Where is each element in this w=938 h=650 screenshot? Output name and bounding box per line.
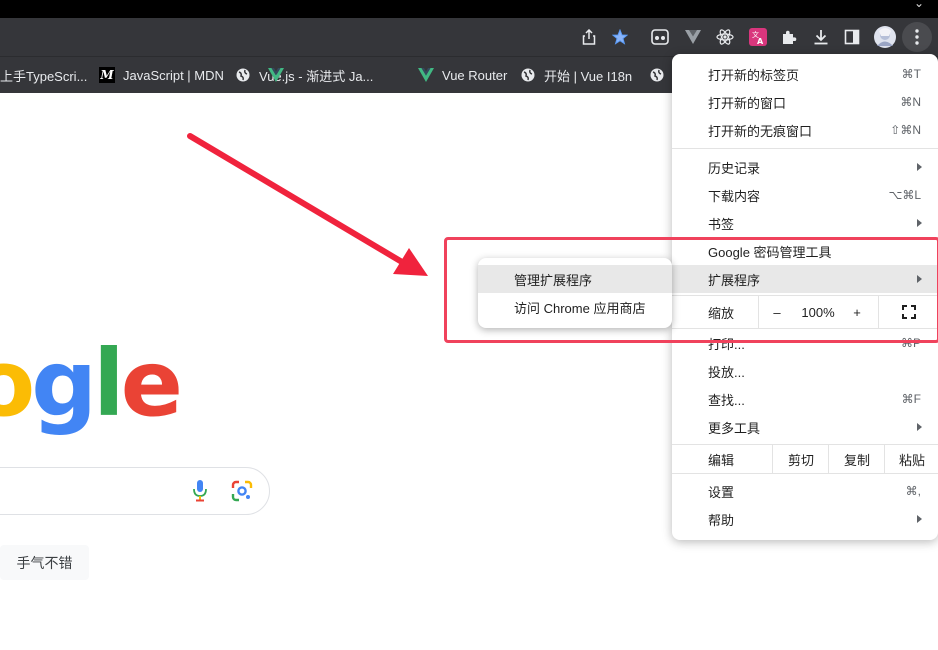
- menu-item-bookmarks[interactable]: 书签: [672, 209, 938, 237]
- logo-letter: o: [0, 330, 35, 437]
- menu-item-settings[interactable]: 设置 ⌘,: [672, 477, 938, 505]
- edit-label: 编辑: [708, 452, 735, 468]
- share-icon[interactable]: [579, 27, 599, 47]
- vue-logo-icon: [268, 67, 284, 83]
- feeling-lucky-button[interactable]: 手气不错: [0, 545, 89, 580]
- edit-row: 编辑 剪切 复制 粘贴: [672, 445, 938, 473]
- menu-item-cast[interactable]: 投放...: [672, 357, 938, 385]
- globe-icon: [649, 67, 665, 83]
- menu-item-label: 书签: [708, 216, 735, 232]
- chevron-down-icon[interactable]: ⌄: [914, 0, 924, 10]
- bookmark-item[interactable]: Vue Router: [418, 57, 507, 93]
- menu-item-label: 投放...: [708, 364, 745, 380]
- paste-button[interactable]: 粘贴: [884, 445, 938, 473]
- bookmark-vue-icon-holder: [268, 57, 292, 93]
- download-icon[interactable]: [811, 27, 831, 47]
- logo-letter: l: [93, 330, 124, 437]
- react-devtools-icon[interactable]: [715, 27, 735, 47]
- bookmark-item[interactable]: M JavaScript | MDN: [99, 57, 224, 93]
- vue-logo-icon: [418, 67, 434, 83]
- menu-divider: [672, 473, 938, 474]
- translate-icon[interactable]: 文A: [748, 27, 768, 47]
- logo-letter: g: [31, 330, 97, 437]
- menu-item-shortcut: ⌘F: [901, 392, 921, 406]
- bookmark-item[interactable]: 上手TypeScri...: [0, 57, 87, 93]
- menu-item-label: 下载内容: [708, 188, 761, 204]
- menu-item-label: 打开新的窗口: [708, 95, 787, 111]
- window-top-strip: ⌄: [0, 0, 938, 18]
- menu-item-label: 查找...: [708, 392, 745, 408]
- menu-divider: [672, 148, 938, 149]
- menu-item-find[interactable]: 查找... ⌘F: [672, 385, 938, 413]
- menu-item-shortcut: ⌘,: [905, 484, 921, 498]
- vue-devtools-icon[interactable]: [683, 27, 703, 47]
- google-logo: ogle: [0, 338, 183, 430]
- globe-icon: [520, 67, 536, 83]
- menu-item-label: 历史记录: [708, 160, 761, 176]
- menu-item-shortcut: ⌥⌘L: [888, 188, 921, 202]
- bookmark-item[interactable]: Vue.js - 渐进式 Ja...: [235, 57, 373, 93]
- search-box[interactable]: [0, 467, 270, 515]
- menu-item-label: 更多工具: [708, 420, 761, 436]
- profile-avatar[interactable]: [873, 25, 897, 49]
- extension-icon-1[interactable]: [650, 27, 670, 47]
- menu-item-label: 打开新的标签页: [708, 67, 800, 83]
- google-lens-icon[interactable]: [231, 480, 253, 507]
- menu-item-label: 设置: [708, 484, 735, 500]
- bookmark-label: Vue Router: [442, 67, 508, 83]
- menu-item-downloads[interactable]: 下载内容 ⌥⌘L: [672, 181, 938, 209]
- submenu-arrow-icon: [917, 219, 922, 227]
- menu-item-help[interactable]: 帮助: [672, 505, 938, 533]
- puzzle-icon[interactable]: [779, 27, 799, 47]
- menu-item-new-window[interactable]: 打开新的窗口 ⌘N: [672, 88, 938, 116]
- mdn-logo-icon: M: [99, 67, 115, 83]
- globe-icon: [235, 67, 251, 83]
- kebab-menu-icon[interactable]: [902, 22, 932, 52]
- star-icon[interactable]: [610, 27, 630, 47]
- bookmark-label: 开始 | Vue I18n: [544, 68, 633, 84]
- logo-letter: e: [120, 330, 183, 437]
- microphone-icon[interactable]: [193, 480, 207, 507]
- bookmark-label: JavaScript | MDN: [123, 67, 224, 83]
- submenu-arrow-icon: [917, 163, 922, 171]
- submenu-arrow-icon: [917, 515, 922, 523]
- copy-button[interactable]: 复制: [828, 445, 885, 473]
- svg-text:A: A: [757, 37, 764, 46]
- cut-button[interactable]: 剪切: [772, 445, 829, 473]
- annotation-highlight-box: [444, 237, 938, 343]
- side-panel-icon[interactable]: [842, 27, 862, 47]
- menu-item-shortcut: ⌘N: [900, 95, 921, 109]
- bookmark-item[interactable]: 开始 | Vue I18n: [520, 57, 632, 93]
- menu-item-history[interactable]: 历史记录: [672, 153, 938, 181]
- menu-item-shortcut: ⇧⌘N: [890, 123, 921, 137]
- menu-item-label: 帮助: [708, 512, 735, 528]
- browser-toolbar: 文A: [0, 18, 938, 56]
- submenu-arrow-icon: [917, 423, 922, 431]
- bookmark-label: 上手TypeScri...: [0, 68, 88, 84]
- menu-item-shortcut: ⌘T: [901, 67, 921, 81]
- menu-item-label: 打开新的无痕窗口: [708, 123, 813, 139]
- menu-item-incognito[interactable]: 打开新的无痕窗口 ⇧⌘N: [672, 116, 938, 144]
- menu-item-new-tab[interactable]: 打开新的标签页 ⌘T: [672, 60, 938, 88]
- menu-item-more-tools[interactable]: 更多工具: [672, 413, 938, 441]
